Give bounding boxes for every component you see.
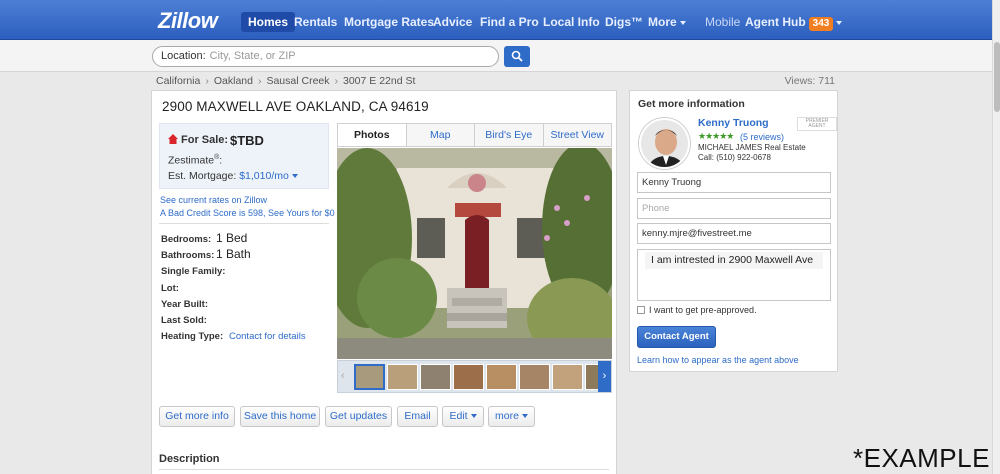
fact-single-family: Single Family: [161,266,226,278]
search-placeholder: City, State, or ZIP [209,50,296,62]
current-rates-link[interactable]: See current rates on Zillow [160,195,267,205]
tab-birds-eye[interactable]: Bird's Eye [475,124,544,146]
divider [159,223,329,224]
fact-year-built: Year Built: [161,298,208,310]
search-icon [511,50,523,62]
photo-thumbnail[interactable] [354,364,385,390]
email-field[interactable]: kenny.mjre@fivestreet.me [637,223,831,244]
location-label: Location: [161,50,206,62]
nav-find-a-pro[interactable]: Find a Pro [473,12,546,32]
zillow-logo[interactable]: Zillow [158,8,218,34]
preapproved-checkbox-row[interactable]: I want to get pre-approved. [637,305,757,315]
chevron-down-icon[interactable] [291,174,298,179]
thumbnail-strip: ‹ › [337,360,612,393]
nav-advice[interactable]: Advice [426,12,479,32]
listing-photo[interactable] [337,148,612,359]
view-count: Views: 711 [784,75,835,87]
message-textarea[interactable]: I am intrested in 2900 Maxwell Ave [637,249,831,301]
scrollbar[interactable] [992,0,1000,474]
breadcrumb-item[interactable]: Oakland [214,75,253,87]
tab-photos[interactable]: Photos [338,124,407,146]
get-more-info-button[interactable]: Get more info [159,406,235,427]
fact-bathrooms: Bathrooms: 1 Bath [161,247,251,262]
breadcrumb-item[interactable]: Sausal Creek [266,75,329,87]
agent-avatar[interactable] [639,118,690,169]
for-sale-label: For Sale: [168,134,228,146]
chevron-left-icon[interactable]: ‹ [341,370,345,382]
example-watermark: *EXAMPLE [853,443,990,473]
fact-heating-type: Heating Type: Contact for details [161,331,306,343]
photo-thumbnail[interactable] [453,364,484,390]
breadcrumb: California › Oakland › Sausal Creek › 3007 E 2… [156,75,416,87]
zestimate-label: Zestimate®: [168,154,223,167]
breadcrumb-item[interactable]: California [156,75,200,87]
listing-price: $TBD [230,133,264,148]
credit-score-link[interactable]: A Bad Credit Score is 598, See Yours for… [160,208,335,218]
est-mortgage-link[interactable]: $1,010/mo [239,170,289,182]
preapproved-checkbox[interactable] [637,306,645,314]
chevron-down-icon [836,20,843,25]
listing-card: 2900 MAXWELL AVE OAKLAND, CA 94619 For S… [151,90,617,474]
photo-thumbnail[interactable] [519,364,550,390]
chevron-down-icon [470,414,477,419]
search-button[interactable] [504,46,530,67]
photo-thumbnail[interactable] [585,364,599,390]
chevron-down-icon [521,414,528,419]
breadcrumb-item[interactable]: 3007 E 22nd St [343,75,415,87]
fact-lot: Lot: [161,282,179,294]
premier-agent-badge: PREMIER AGENT [797,117,837,131]
price-box: For Sale: $TBD Zestimate®: Est. Mortgage… [159,123,329,189]
agent-phone: Call: (510) 922-0678 [698,153,771,162]
save-this-home-button[interactable]: Save this home [240,406,320,427]
contact-agent-button[interactable]: Contact Agent [637,326,716,348]
nav-rentals[interactable]: Rentals [287,12,344,32]
edit-button[interactable]: Edit [442,406,484,427]
nav-more[interactable]: More [641,12,693,32]
get-updates-button[interactable]: Get updates [325,406,392,427]
est-mortgage: Est. Mortgage: $1,010/mo [168,170,298,182]
photo-thumbnail[interactable] [387,364,418,390]
photo-tabs: Photos Map Bird's Eye Street View [337,123,612,147]
learn-agent-link[interactable]: Learn how to appear as the agent above [637,355,799,365]
photo-thumbnail[interactable] [552,364,583,390]
contact-agent-card: Get more information Kenny Truong PREMIE… [629,90,838,372]
contact-for-details-link[interactable]: Contact for details [229,331,306,342]
nav-local-info[interactable]: Local Info [536,12,607,32]
divider [159,469,609,470]
tab-map[interactable]: Map [407,124,475,146]
fact-last-sold: Last Sold: [161,314,207,326]
house-icon [168,134,178,144]
phone-field[interactable]: Phone [637,198,831,219]
agent-firm: MICHAEL JAMES Real Estate [698,143,806,152]
chevron-right-icon[interactable]: › [598,361,611,392]
photo-thumbnail[interactable] [420,364,451,390]
message-text: I am intrested in 2900 Maxwell Ave [645,252,823,269]
email-button[interactable]: Email [397,406,438,427]
listing-address: 2900 MAXWELL AVE OAKLAND, CA 94619 [162,99,429,114]
property-facts: Bedrooms: 1 Bed Bathrooms: 1 Bath Single F… [161,231,331,347]
name-field[interactable]: Kenny Truong [637,172,831,193]
chevron-down-icon [679,20,686,25]
reviews-link[interactable]: (5 reviews) [740,132,784,142]
scrollbar-thumb[interactable] [994,42,1000,112]
more-button[interactable]: more [488,406,535,427]
contact-card-title: Get more information [638,98,745,110]
location-search-input[interactable]: Location: City, State, or ZIP [152,46,499,67]
agent-hub-count-badge: 343 [808,17,834,31]
description-heading: Description [159,453,220,465]
search-bar: Location: City, State, or ZIP [0,40,1000,72]
photo-thumbnail[interactable] [486,364,517,390]
rating-stars-icon: ★★★★★ [698,131,734,141]
nav-agent-hub[interactable]: Agent Hub 343 [738,12,849,32]
agent-name[interactable]: Kenny Truong [698,117,769,129]
tab-street-view[interactable]: Street View [544,124,612,146]
top-nav: Zillow Homes Rentals Mortgage Rates Advi… [0,0,1000,40]
